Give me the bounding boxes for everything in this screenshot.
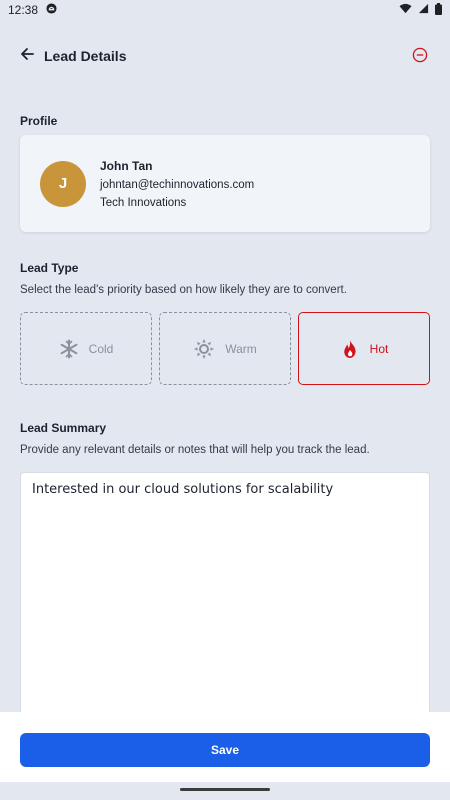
flame-icon [340, 339, 360, 359]
profile-company: Tech Innovations [100, 196, 187, 209]
remove-lead-button[interactable] [412, 47, 430, 65]
battery-icon [435, 2, 442, 18]
lead-option-cold[interactable]: Cold [20, 312, 152, 385]
status-bar: 12:38 [0, 0, 450, 20]
signal-icon [418, 3, 429, 17]
lead-type-options: Cold Warm Hot [20, 312, 430, 385]
profile-email: johntan@techinnovations.com [100, 178, 255, 191]
lead-option-warm[interactable]: Warm [159, 312, 291, 385]
lead-option-hot[interactable]: Hot [298, 312, 430, 385]
status-right [399, 2, 442, 18]
home-indicator[interactable] [180, 788, 270, 791]
save-button[interactable]: Save [20, 733, 430, 767]
page-title: Lead Details [44, 48, 127, 64]
arrow-left-icon [20, 47, 34, 66]
profile-card: J John Tan johntan@techinnovations.com T… [20, 135, 430, 232]
minus-circle-icon [412, 47, 428, 67]
avatar: J [40, 160, 86, 207]
lead-option-label: Cold [88, 341, 114, 356]
sun-icon [193, 338, 215, 360]
back-button[interactable] [18, 47, 36, 65]
status-left: 12:38 [8, 3, 57, 17]
lead-option-label: Warm [225, 341, 257, 356]
lead-type-description: Select the lead's priority based on how … [20, 284, 347, 296]
app-bar-left: Lead Details [18, 47, 126, 65]
wifi-icon [399, 3, 412, 17]
notification-icon [46, 3, 57, 17]
app-bar: Lead Details [0, 40, 450, 72]
system-nav-bar [0, 782, 450, 800]
lead-summary-input[interactable]: Interested in our cloud solutions for sc… [20, 472, 430, 722]
profile-name: John Tan [100, 158, 153, 173]
lead-option-label: Hot [369, 341, 389, 356]
lead-summary-label: Lead Summary [20, 421, 107, 435]
lead-summary-description: Provide any relevant details or notes th… [20, 444, 370, 456]
snowflake-icon [59, 339, 79, 359]
profile-label: Profile [20, 114, 58, 128]
lead-type-label: Lead Type [20, 261, 79, 275]
profile-info: John Tan johntan@techinnovations.com Tec… [100, 159, 254, 209]
status-time: 12:38 [8, 3, 39, 17]
